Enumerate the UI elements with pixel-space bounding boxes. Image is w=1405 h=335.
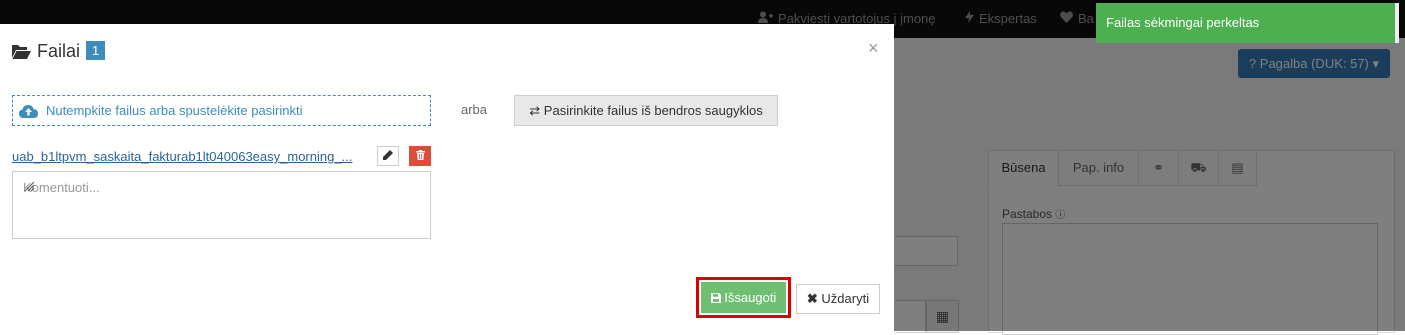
shared-storage-button[interactable]: ⇄ Pasirinkite failus iš bendros saugyklo… (514, 95, 778, 126)
times-icon: ✖ (806, 291, 818, 306)
folder-open-icon (12, 43, 31, 64)
trash-icon (415, 148, 425, 163)
close-icon[interactable]: × (868, 38, 879, 59)
toast-message: Failas sėkmingai perkeltas (1106, 15, 1260, 30)
save-button[interactable]: Išsaugoti (701, 282, 786, 313)
close-button[interactable]: ✖ Uždaryti (796, 284, 880, 314)
modal-title-text: Failai (37, 41, 81, 61)
modal-title: Failai 1 (12, 41, 106, 64)
exchange-icon: ⇄ (529, 103, 541, 118)
files-count-badge: 1 (86, 41, 106, 60)
success-toast[interactable]: Failas sėkmingai perkeltas (1096, 3, 1395, 43)
toast-edge (1395, 3, 1399, 43)
cloud-upload-icon (19, 99, 38, 128)
delete-file-button[interactable] (409, 146, 431, 166)
resize-grip-icon[interactable] (23, 180, 429, 237)
shared-storage-label: Pasirinkite failus iš bendros saugyklos (543, 103, 763, 118)
dropzone-label: Nutempkite failus arba spustelėkite pasi… (46, 103, 303, 118)
file-name-link[interactable]: uab_b1ltpvm_saskaita_fakturab1lt040063ea… (12, 149, 368, 164)
close-button-label: Uždaryti (821, 291, 870, 306)
or-label: arba (461, 102, 488, 117)
floppy-disk-icon (710, 290, 725, 305)
file-dropzone[interactable]: Nutempkite failus arba spustelėkite pasi… (12, 95, 431, 126)
edit-file-button[interactable] (377, 146, 399, 166)
save-button-label: Išsaugoti (724, 290, 777, 305)
comment-textarea[interactable]: Komentuoti... (12, 171, 431, 239)
files-modal: Failai 1 × Nutempkite failus arba spustel… (0, 24, 894, 331)
pencil-icon (383, 148, 393, 163)
